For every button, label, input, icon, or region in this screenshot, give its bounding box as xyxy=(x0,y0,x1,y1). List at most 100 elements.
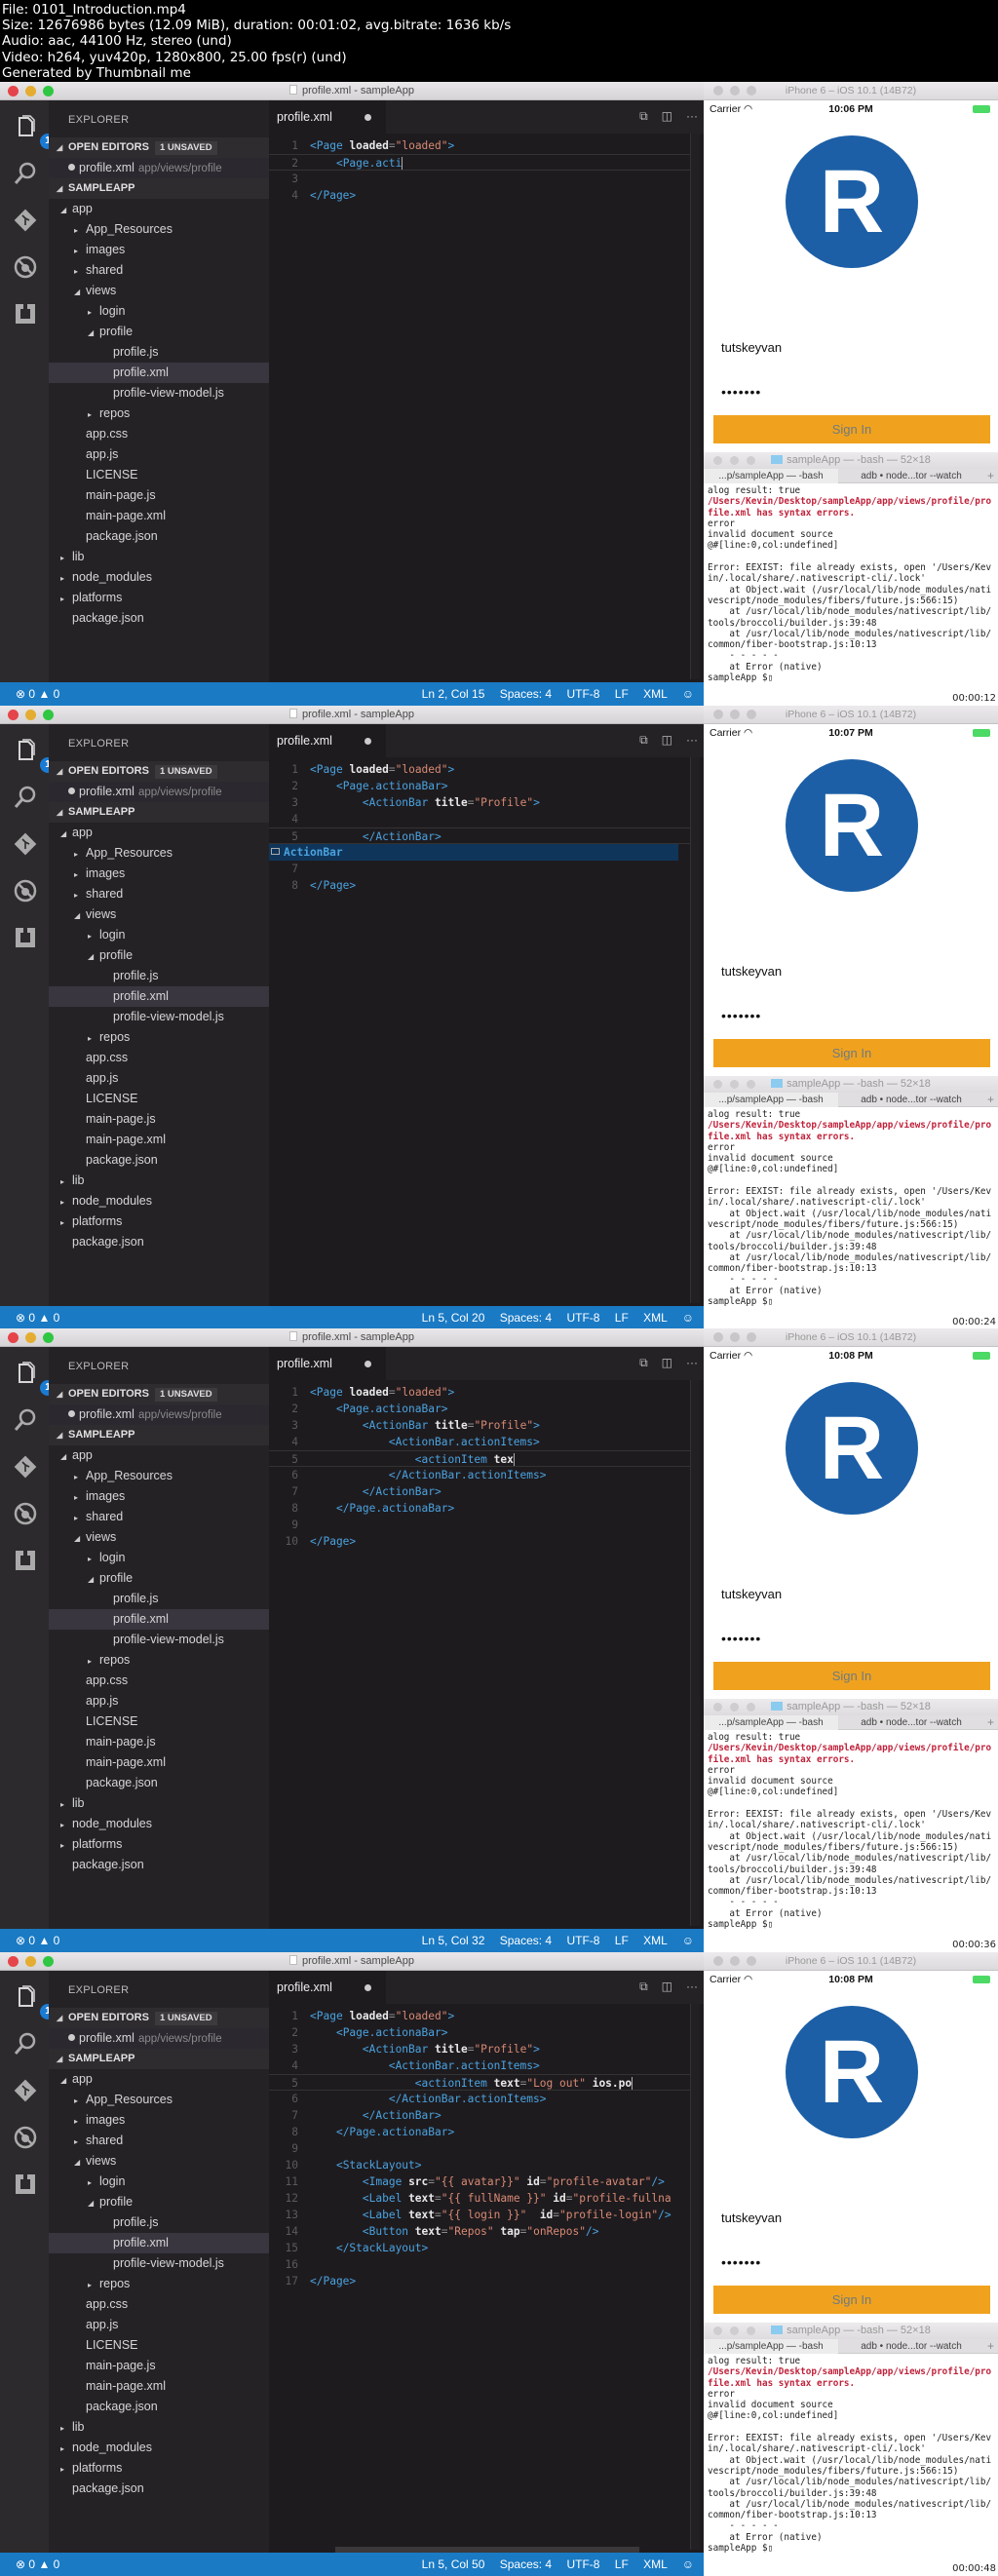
tree-item[interactable]: profile.xml xyxy=(49,363,269,383)
git-icon[interactable] xyxy=(13,208,38,233)
open-preview-icon[interactable]: ⧉ xyxy=(639,1356,648,1369)
cursor-position[interactable]: Ln 5, Col 20 xyxy=(422,1311,485,1325)
zoom-window-button[interactable] xyxy=(747,1332,756,1342)
tree-item[interactable]: profile-view-model.js xyxy=(49,2253,269,2274)
tree-item[interactable]: ▸ shared xyxy=(49,884,269,904)
unsaved-dot-icon[interactable] xyxy=(365,738,371,745)
more-actions-icon[interactable]: ··· xyxy=(686,733,698,747)
tree-item[interactable]: ▸ node_modules xyxy=(49,1814,269,1834)
sign-in-button[interactable]: Sign In xyxy=(713,1662,990,1690)
terminal-tab-bash[interactable]: ...p/sampleApp — -bash xyxy=(704,469,838,483)
tree-item[interactable]: ◢ app xyxy=(49,199,269,219)
sign-in-button[interactable]: Sign In xyxy=(713,2286,990,2314)
vertical-scrollbar[interactable] xyxy=(690,2004,700,2550)
open-editor-item[interactable]: profile.xml app/views/profile xyxy=(49,2028,269,2049)
close-window-button[interactable] xyxy=(713,2326,722,2335)
tree-item[interactable]: ◢ views xyxy=(49,1527,269,1548)
terminal-tab-watch[interactable]: adb • node...tor --watch xyxy=(838,2339,984,2354)
tree-item[interactable]: ▸ node_modules xyxy=(49,1191,269,1211)
tree-item[interactable]: LICENSE xyxy=(49,1089,269,1109)
password-field[interactable]: ••••••• xyxy=(721,384,761,400)
open-editors-header[interactable]: ◢ OPEN EDITORS 1 UNSAVED xyxy=(49,761,269,782)
terminal-tab-watch[interactable]: adb • node...tor --watch xyxy=(838,469,984,483)
tab-profile-xml[interactable]: profile.xml xyxy=(269,1971,386,2004)
search-icon[interactable] xyxy=(13,2031,38,2057)
more-actions-icon[interactable]: ··· xyxy=(686,109,698,123)
tree-item[interactable]: ▸ login xyxy=(49,925,269,945)
tree-item[interactable]: ▸ images xyxy=(49,2110,269,2131)
search-icon[interactable] xyxy=(13,161,38,186)
minimize-window-button[interactable] xyxy=(730,1332,740,1342)
terminal-tab-watch[interactable]: adb • node...tor --watch xyxy=(838,1093,984,1107)
tree-item[interactable]: ▸ login xyxy=(49,1548,269,1568)
tab-profile-xml[interactable]: profile.xml xyxy=(269,100,386,134)
cursor-position[interactable]: Ln 5, Col 50 xyxy=(422,2557,485,2571)
new-tab-icon[interactable]: + xyxy=(987,1715,994,1730)
code-editor[interactable]: 1 <Page loaded="loaded"> 2 <Page.actionaBa… xyxy=(269,2004,704,2550)
explorer-icon[interactable]: 1 xyxy=(13,1984,56,2019)
tree-item[interactable]: ◢ app xyxy=(49,1445,269,1466)
new-tab-icon[interactable]: + xyxy=(987,1093,994,1107)
tree-item[interactable]: ▸ shared xyxy=(49,1507,269,1527)
close-window-button[interactable] xyxy=(713,1703,722,1711)
tree-item[interactable]: package.json xyxy=(49,2397,269,2417)
tree-item[interactable]: profile.xml xyxy=(49,986,269,1007)
tree-item[interactable]: main-page.js xyxy=(49,1732,269,1752)
zoom-window-button[interactable] xyxy=(747,456,755,465)
extensions-icon[interactable] xyxy=(13,2172,38,2197)
tree-item[interactable]: ▸ App_Resources xyxy=(49,219,269,240)
problems-indicator[interactable]: ⊗ 0 ▲ 0 xyxy=(16,682,59,706)
git-icon[interactable] xyxy=(13,2078,38,2103)
tree-item[interactable]: package.json xyxy=(49,608,269,629)
open-preview-icon[interactable]: ⧉ xyxy=(639,1980,648,1993)
indentation-setting[interactable]: Spaces: 4 xyxy=(500,2557,552,2571)
indentation-setting[interactable]: Spaces: 4 xyxy=(500,687,552,701)
tree-item[interactable]: main-page.xml xyxy=(49,2376,269,2397)
vertical-scrollbar[interactable] xyxy=(690,757,700,1303)
tree-item[interactable]: main-page.xml xyxy=(49,1130,269,1150)
project-header[interactable]: ◢ SAMPLEAPP xyxy=(49,1425,269,1445)
minimize-window-button[interactable] xyxy=(730,1956,740,1966)
open-editor-item[interactable]: profile.xml app/views/profile xyxy=(49,1404,269,1425)
open-editors-header[interactable]: ◢ OPEN EDITORS 1 UNSAVED xyxy=(49,1384,269,1404)
unsaved-dot-icon[interactable] xyxy=(365,1984,371,1991)
open-editor-item[interactable]: profile.xml app/views/profile xyxy=(49,158,269,178)
close-window-button[interactable] xyxy=(713,1080,722,1089)
tree-item[interactable]: ▸ repos xyxy=(49,404,269,424)
tab-profile-xml[interactable]: profile.xml xyxy=(269,1347,386,1380)
more-actions-icon[interactable]: ··· xyxy=(686,1980,698,1993)
tree-item[interactable]: ▸ lib xyxy=(49,547,269,567)
terminal-tab-watch[interactable]: adb • node...tor --watch xyxy=(838,1715,984,1730)
feedback-smiley-icon[interactable]: ☺ xyxy=(682,687,694,701)
minimize-window-button[interactable] xyxy=(730,2326,739,2335)
zoom-window-button[interactable] xyxy=(747,1080,755,1089)
tree-item[interactable]: app.js xyxy=(49,1068,269,1089)
tree-item[interactable]: ▸ platforms xyxy=(49,2458,269,2479)
tree-item[interactable]: LICENSE xyxy=(49,465,269,485)
debug-icon[interactable] xyxy=(13,2125,38,2150)
close-window-button[interactable] xyxy=(713,86,723,96)
new-tab-icon[interactable]: + xyxy=(987,469,994,483)
extensions-icon[interactable] xyxy=(13,1548,38,1573)
tree-item[interactable]: ▸ images xyxy=(49,864,269,884)
project-header[interactable]: ◢ SAMPLEAPP xyxy=(49,2049,269,2069)
code-editor[interactable]: 1 <Page loaded="loaded"> 2 <Page.acti 3 4 </… xyxy=(269,134,704,679)
encoding-setting[interactable]: UTF-8 xyxy=(566,2557,599,2571)
feedback-smiley-icon[interactable]: ☺ xyxy=(682,2557,694,2571)
indentation-setting[interactable]: Spaces: 4 xyxy=(500,1934,552,1947)
explorer-icon[interactable]: 1 xyxy=(13,738,56,773)
tree-item[interactable]: ◢ profile xyxy=(49,1568,269,1589)
eol-setting[interactable]: LF xyxy=(615,1934,629,1947)
terminal-output[interactable]: alog result: true/Users/Kevin/Desktop/sa… xyxy=(704,1730,998,1932)
problems-indicator[interactable]: ⊗ 0 ▲ 0 xyxy=(16,2553,59,2576)
eol-setting[interactable]: LF xyxy=(615,1311,629,1325)
terminal-tab-bash[interactable]: ...p/sampleApp — -bash xyxy=(704,1715,838,1730)
split-editor-icon[interactable]: ◫ xyxy=(662,1356,672,1369)
username-field[interactable]: tutskeyvan xyxy=(721,1587,782,1601)
git-icon[interactable] xyxy=(13,1454,38,1480)
tree-item[interactable]: profile.js xyxy=(49,1589,269,1609)
zoom-window-button[interactable] xyxy=(747,1703,755,1711)
terminal-output[interactable]: alog result: true/Users/Kevin/Desktop/sa… xyxy=(704,2354,998,2556)
search-icon[interactable] xyxy=(13,1407,38,1433)
tree-item[interactable]: main-page.js xyxy=(49,2356,269,2376)
